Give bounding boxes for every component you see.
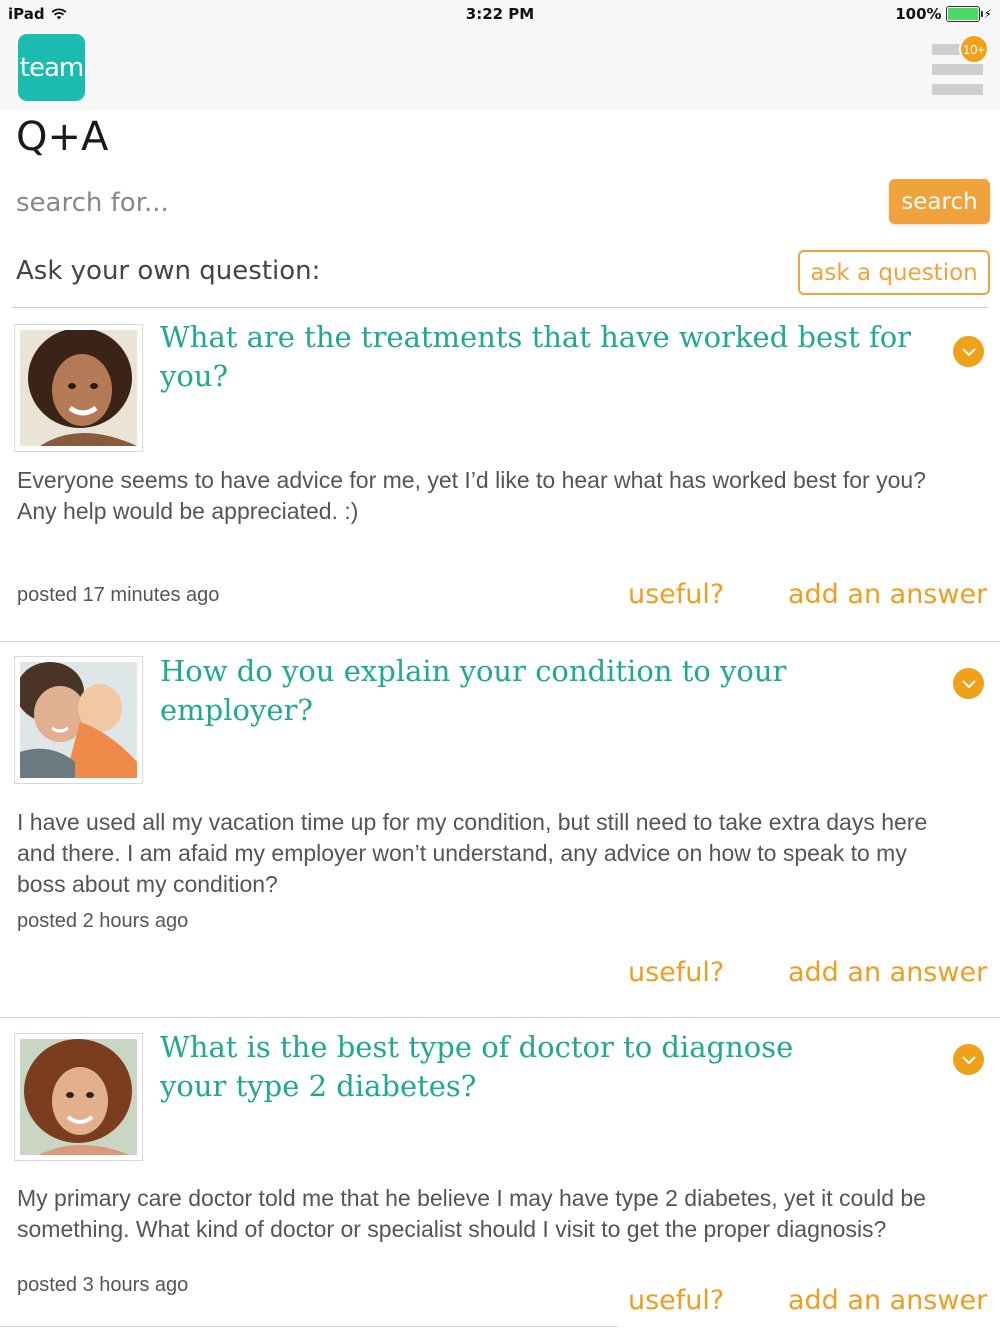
card-divider — [0, 641, 1000, 642]
notifications-badge[interactable]: 10+ — [959, 34, 989, 64]
ask-question-button[interactable]: ask a question — [798, 250, 990, 295]
add-answer-link[interactable]: add an answer — [788, 1285, 987, 1316]
search-input[interactable] — [16, 180, 866, 226]
chevron-down-icon[interactable] — [953, 1044, 984, 1075]
card-divider — [0, 1326, 618, 1327]
useful-link[interactable]: useful? — [628, 957, 724, 988]
avatar-photo-woman-curly — [20, 1039, 137, 1155]
question-title[interactable]: What are the treatments that have worked… — [160, 318, 930, 396]
add-answer-link[interactable]: add an answer — [788, 957, 987, 988]
page-title: Q+A — [16, 114, 109, 160]
card-divider — [0, 1017, 1000, 1018]
useful-link[interactable]: useful? — [628, 579, 724, 610]
posted-time: posted 17 minutes ago — [17, 584, 220, 606]
posted-time: posted 3 hours ago — [17, 1274, 189, 1296]
question-title[interactable]: How do you explain your condition to you… — [160, 652, 930, 730]
battery-icon — [945, 6, 983, 22]
status-time: 3:22 PM — [465, 5, 535, 23]
question-body: My primary care doctor told me that he b… — [17, 1185, 926, 1242]
chevron-down-icon[interactable] — [953, 668, 984, 699]
chevron-down-icon[interactable] — [953, 336, 984, 367]
question-title[interactable]: What is the best type of doctor to diagn… — [160, 1028, 850, 1106]
status-bar: iPad 3:22 PM 100% ⚡ — [0, 0, 1000, 28]
question-body: Everyone seems to have advice for me, ye… — [17, 467, 926, 524]
avatar[interactable] — [14, 1033, 143, 1161]
search-button[interactable]: search — [889, 179, 990, 224]
ask-question-label: Ask your own question: — [16, 256, 321, 286]
section-divider — [12, 307, 988, 308]
avatar[interactable] — [14, 324, 143, 452]
add-answer-link[interactable]: add an answer — [788, 579, 987, 610]
posted-time: posted 2 hours ago — [17, 910, 189, 932]
avatar-photo-mother-child — [16, 662, 137, 778]
status-right: 100% ⚡ — [895, 5, 992, 23]
useful-link[interactable]: useful? — [628, 1285, 724, 1316]
team-logo[interactable]: team — [18, 34, 85, 101]
app-header: team — [0, 28, 1000, 110]
charging-icon: ⚡ — [983, 7, 992, 21]
avatar[interactable] — [14, 656, 143, 784]
question-body: I have used all my vacation time up for … — [17, 809, 928, 897]
avatar-photo-woman — [20, 328, 137, 446]
battery-percent: 100% — [895, 5, 942, 23]
